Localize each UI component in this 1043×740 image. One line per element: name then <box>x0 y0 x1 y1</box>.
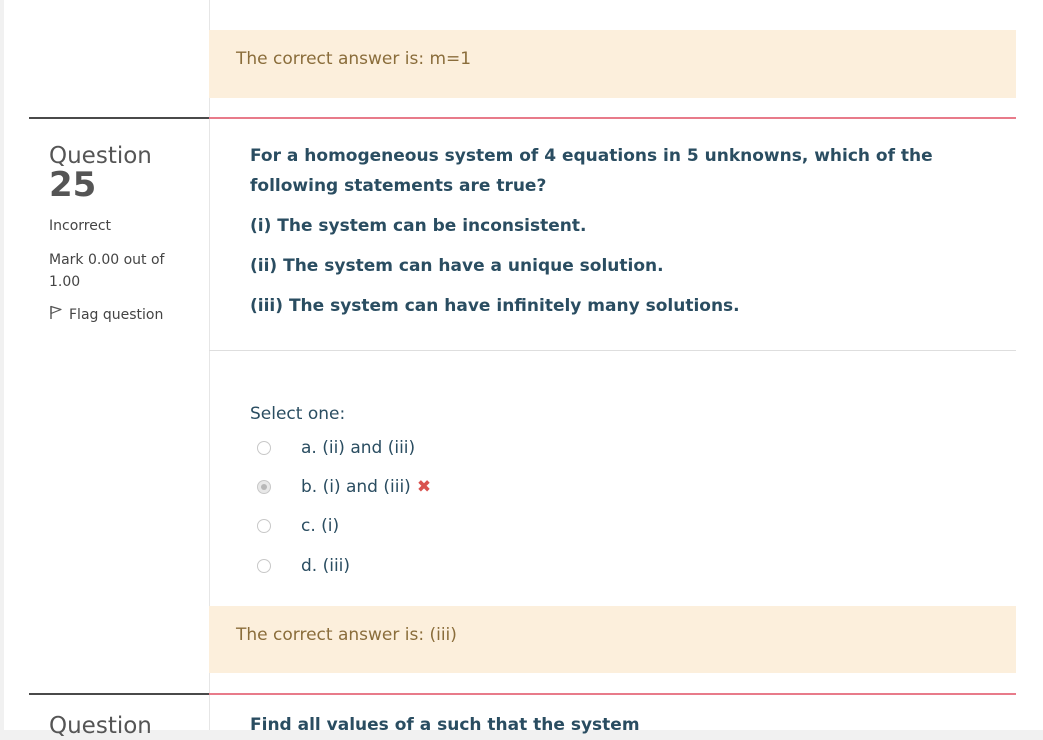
question-grade: Mark 0.00 out of 1.00 <box>49 252 165 290</box>
correct-answer-text: The correct answer is: (iii) <box>236 625 457 645</box>
next-question-label: Question <box>49 713 152 739</box>
question-statement-3: (iii) The system can have infinitely man… <box>250 296 740 316</box>
flag-icon <box>49 305 63 324</box>
answer-option-c[interactable]: c. (i) <box>257 514 339 538</box>
answer-option-label: d. (iii) <box>301 556 351 576</box>
question-number: 25 <box>49 165 97 205</box>
radio-button-b[interactable] <box>257 480 271 494</box>
previous-correct-answer-feedback: The correct answer is: m=1 <box>209 30 1016 98</box>
question-text: For a homogeneous system of 4 equations … <box>250 146 933 196</box>
next-question-info-top-rule <box>29 693 209 695</box>
answer-option-label: a. (ii) and (iii) <box>301 438 416 458</box>
quiz-review-page: The correct answer is: m=1 Question 25 I… <box>4 0 1043 739</box>
select-one-prompt: Select one: <box>250 404 346 424</box>
question-content-top-rule <box>209 117 1016 119</box>
next-question-text: Find all values of a such that the syste… <box>250 715 640 735</box>
flag-question-link[interactable]: Flag question <box>49 305 163 324</box>
answer-option-label: c. (i) <box>301 516 340 536</box>
previous-correct-answer-text: The correct answer is: m=1 <box>236 49 472 69</box>
answer-option-a[interactable]: a. (ii) and (iii) <box>257 436 415 460</box>
answer-option-d[interactable]: d. (iii) <box>257 554 350 578</box>
question-statement-1: (i) The system can be inconsistent. <box>250 216 587 236</box>
radio-button-c[interactable] <box>257 519 271 533</box>
radio-button-d[interactable] <box>257 559 271 573</box>
question-info-top-rule <box>29 117 209 119</box>
question-state: Incorrect <box>49 218 112 234</box>
question-answer-divider <box>209 350 1016 351</box>
radio-button-a[interactable] <box>257 441 271 455</box>
correct-answer-feedback: The correct answer is: (iii) <box>209 606 1016 673</box>
next-question-content-top-rule <box>209 693 1016 695</box>
incorrect-x-icon: ✖ <box>416 477 432 497</box>
answer-option-b[interactable]: b. (i) and (iii) ✖ <box>257 475 431 499</box>
flag-question-label: Flag question <box>69 306 164 323</box>
question-statement-2: (ii) The system can have a unique soluti… <box>250 256 664 276</box>
answer-option-label: b. (i) and (iii) <box>301 477 411 497</box>
